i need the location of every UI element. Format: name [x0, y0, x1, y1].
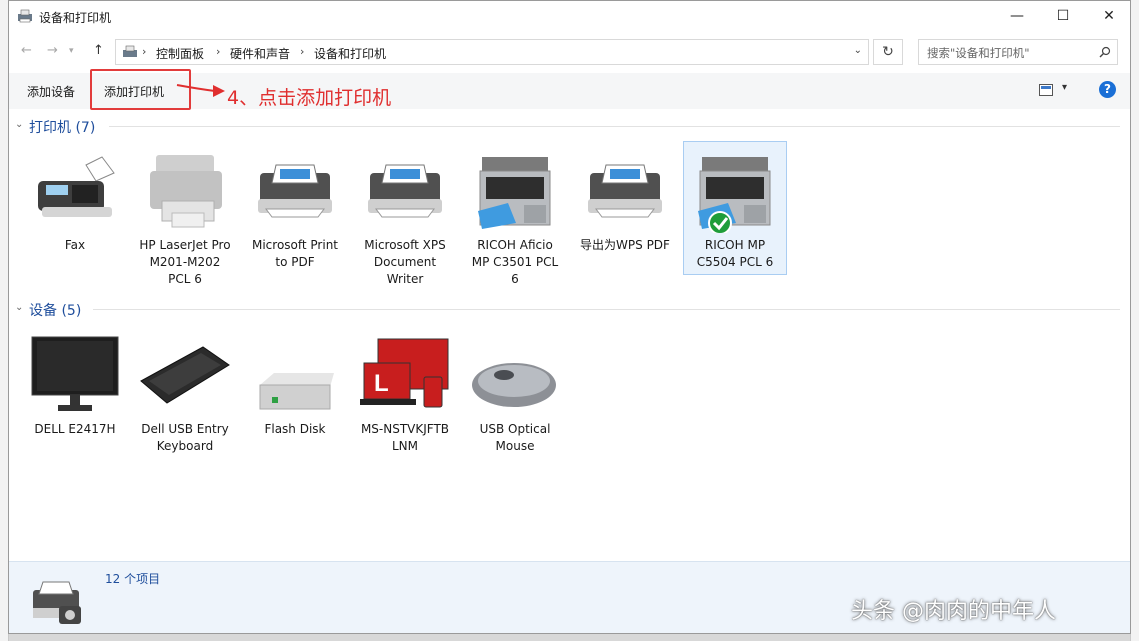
monitor-icon [30, 335, 120, 415]
item-label: to PDF [243, 254, 347, 271]
printer-icon [252, 159, 338, 231]
annotation-text: 4、点击添加打印机 [227, 83, 391, 110]
item-count: 12 个项目 [105, 570, 160, 587]
mfp-printer-icon [472, 153, 558, 233]
address-row: ← → ▾ ↑ › 控制面板 › 硬件和声音 › 设备和打印机 ⌄ ↻ 搜索"设… [9, 35, 1130, 69]
collapse-chevron-icon[interactable]: ⌄ [15, 119, 23, 130]
change-view-icon[interactable] [1039, 84, 1053, 96]
watermark: 头条 @肉肉的中年人 [851, 593, 1056, 625]
background-window-edge-right [1130, 0, 1139, 641]
window-title: 设备和打印机 [39, 9, 111, 26]
add-device-button[interactable]: 添加设备 [27, 83, 75, 100]
item-label: MS-NSTVKJFTB [353, 421, 457, 438]
search-icon [1099, 46, 1111, 58]
item-label: 6 [463, 271, 567, 288]
annotation-arrow-icon [175, 81, 227, 101]
control-panel-icon [122, 45, 138, 59]
collapse-chevron-icon[interactable]: ⌄ [15, 302, 23, 313]
keyboard-icon [137, 341, 233, 421]
devices-printers-window: 设备和打印机 — ☐ ✕ ← → ▾ ↑ › 控制面板 › 硬件和声音 › 设备… [8, 0, 1131, 634]
close-button[interactable]: ✕ [1086, 1, 1131, 31]
item-label: LNM [353, 438, 457, 455]
item-label: Dell USB Entry [133, 421, 237, 438]
mfp-printer-default-icon [692, 153, 778, 233]
forward-arrow-icon[interactable]: → [47, 43, 58, 58]
search-box[interactable]: 搜索"设备和打印机" [918, 39, 1118, 65]
fax-icon [32, 151, 118, 223]
devices-printers-icon [17, 9, 33, 23]
item-label: 导出为WPS PDF [573, 237, 677, 254]
printers-section-label: 打印机 (7) [29, 117, 95, 137]
item-label: Flash Disk [243, 421, 347, 438]
item-label: HP LaserJet Pro [133, 237, 237, 254]
printer-icon [362, 159, 448, 231]
item-label: PCL 6 [133, 271, 237, 288]
item-label: Microsoft XPS [353, 237, 457, 254]
breadcrumb-control-panel[interactable]: 控制面板 [156, 45, 204, 62]
breadcrumb-separator-icon: › [142, 45, 146, 58]
item-label: Mouse [463, 438, 567, 455]
devices-section-label: 设备 (5) [29, 300, 81, 320]
item-label: Keyboard [133, 438, 237, 455]
item-label: Fax [23, 237, 127, 254]
recent-locations-chevron-icon[interactable]: ▾ [69, 46, 74, 56]
breadcrumb-hardware-sound[interactable]: 硬件和声音 [230, 45, 290, 62]
item-label: C5504 PCL 6 [683, 254, 787, 271]
refresh-button[interactable]: ↻ [873, 39, 903, 65]
back-arrow-icon[interactable]: ← [21, 43, 32, 58]
up-arrow-icon[interactable]: ↑ [93, 43, 104, 58]
item-label: DELL E2417H [23, 421, 127, 438]
more-options-chevron-icon[interactable]: ▾ [1062, 82, 1067, 93]
breadcrumb-separator-icon: › [300, 45, 304, 58]
printer-icon [582, 159, 668, 231]
printers-section-header[interactable]: ⌄ 打印机 (7) [9, 117, 1130, 137]
item-label: MP C3501 PCL [463, 254, 567, 271]
computer-icon: L [360, 337, 450, 417]
breadcrumb-separator-icon: › [216, 45, 220, 58]
item-label: Writer [353, 271, 457, 288]
help-button[interactable]: ? [1099, 81, 1116, 98]
address-dropdown-chevron-icon[interactable]: ⌄ [854, 45, 862, 56]
svg-text:L: L [374, 370, 389, 397]
maximize-button[interactable]: ☐ [1040, 1, 1086, 31]
item-label: Microsoft Print [243, 237, 347, 254]
item-label: RICOH MP [683, 237, 787, 254]
item-label: USB Optical [463, 421, 567, 438]
item-label: RICOH Aficio [463, 237, 567, 254]
laser-printer-icon [142, 151, 228, 231]
devices-section-header[interactable]: ⌄ 设备 (5) [9, 300, 1130, 320]
selected-printer-icon [29, 578, 87, 626]
title-bar[interactable]: 设备和打印机 — ☐ ✕ [9, 1, 1130, 33]
item-label: Document [353, 254, 457, 271]
address-bar[interactable]: › 控制面板 › 硬件和声音 › 设备和打印机 ⌄ [115, 39, 869, 65]
breadcrumb-devices-printers[interactable]: 设备和打印机 [314, 45, 386, 62]
search-input[interactable]: 搜索"设备和打印机" [927, 45, 1030, 61]
minimize-button[interactable]: — [994, 1, 1040, 31]
item-label: M201-M202 [133, 254, 237, 271]
